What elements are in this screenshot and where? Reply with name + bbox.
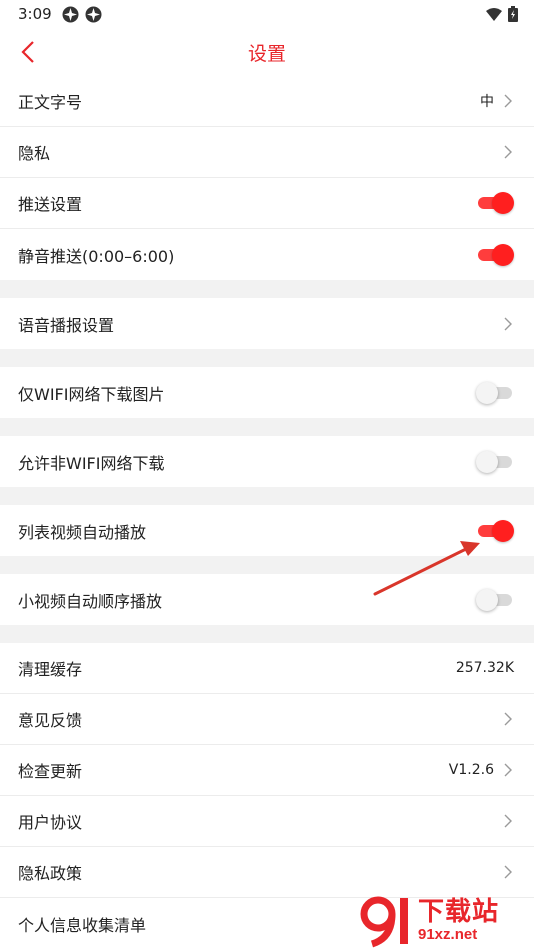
- settings-row-label: 意见反馈: [18, 711, 83, 730]
- settings-row[interactable]: 静音推送(0:00–6:00): [0, 229, 534, 280]
- settings-row-label: 检查更新: [18, 762, 83, 781]
- chevron-right-icon: [502, 94, 514, 108]
- toggle-knob: [476, 381, 498, 404]
- toggle-knob: [492, 519, 514, 542]
- settings-row[interactable]: 意见反馈: [0, 694, 534, 745]
- section-divider: [0, 418, 534, 436]
- chevron-right-icon: [502, 317, 514, 331]
- settings-row-right: V1.2.6: [449, 762, 514, 778]
- settings-row[interactable]: 推送设置: [0, 178, 534, 229]
- settings-row-value: 中: [480, 94, 494, 110]
- toggle-switch[interactable]: [476, 450, 514, 473]
- chevron-right-icon: [502, 763, 514, 777]
- section-divider: [0, 556, 534, 574]
- settings-row-right: 中: [480, 91, 514, 111]
- section-divider: [0, 349, 534, 367]
- toggle-switch[interactable]: [476, 519, 514, 542]
- settings-row-right: [502, 712, 514, 726]
- wifi-icon: [486, 7, 502, 21]
- settings-row-label: 用户协议: [18, 813, 83, 832]
- settings-row-label: 列表视频自动播放: [18, 522, 147, 542]
- toggle-switch[interactable]: [476, 243, 514, 266]
- settings-row-value: 257.32K: [455, 660, 514, 676]
- settings-row-right: [476, 519, 514, 542]
- settings-row-label: 隐私政策: [18, 864, 83, 883]
- chevron-right-icon: [502, 145, 514, 159]
- settings-row-right: [476, 192, 514, 214]
- settings-row-label: 语音播报设置: [18, 315, 115, 335]
- app-notification-icon: [85, 6, 102, 22]
- chevron-right-icon: [502, 865, 514, 879]
- section-divider: [0, 487, 534, 505]
- status-time: 3:09: [18, 5, 52, 23]
- settings-row-right: [502, 814, 514, 828]
- settings-row-label: 小视频自动顺序播放: [18, 591, 163, 611]
- settings-row-right: [476, 588, 514, 611]
- settings-row-right: [476, 450, 514, 473]
- toggle-knob: [492, 243, 514, 266]
- settings-row-label: 允许非WIFI网络下载: [18, 453, 165, 473]
- battery-icon: [508, 6, 518, 22]
- settings-row-right: 257.32K: [456, 660, 514, 676]
- settings-row-right: [476, 243, 514, 266]
- settings-row-label: 推送设置: [18, 195, 83, 214]
- watermark: 下载站 91xz.net: [358, 894, 528, 948]
- toggle-knob: [492, 192, 514, 214]
- settings-row[interactable]: 清理缓存 257.32K: [0, 643, 534, 694]
- section-divider: [0, 625, 534, 643]
- status-bar: 3:09: [0, 0, 534, 28]
- watermark-logo-icon: [360, 896, 408, 948]
- settings-row[interactable]: 用户协议: [0, 796, 534, 847]
- settings-row-right: [476, 381, 514, 404]
- settings-row[interactable]: 列表视频自动播放: [0, 505, 534, 556]
- chevron-right-icon: [502, 712, 514, 726]
- settings-list: 正文字号 中隐私推送设置静音推送(0:00–6:00) 语音播报设置仅WIFI网络下…: [0, 76, 534, 949]
- toggle-switch[interactable]: [476, 381, 514, 404]
- settings-row[interactable]: 正文字号 中: [0, 76, 534, 127]
- watermark-url: 91xz.net: [418, 926, 478, 943]
- settings-row-label: 静音推送(0:00–6:00): [18, 246, 175, 266]
- chevron-left-icon: [21, 41, 34, 63]
- settings-row[interactable]: 小视频自动顺序播放: [0, 574, 534, 625]
- settings-row[interactable]: 隐私政策: [0, 847, 534, 898]
- settings-row-label: 正文字号: [18, 93, 83, 112]
- settings-row[interactable]: 隐私: [0, 127, 534, 178]
- settings-row-label: 清理缓存: [18, 660, 83, 679]
- toggle-knob: [476, 588, 498, 611]
- settings-row[interactable]: 语音播报设置: [0, 298, 534, 349]
- settings-row-right: [502, 145, 514, 159]
- settings-row-right: [502, 317, 514, 331]
- settings-row-label: 隐私: [18, 144, 51, 163]
- toggle-switch[interactable]: [476, 192, 514, 214]
- watermark-title: 下载站: [418, 897, 500, 927]
- settings-row-label: 个人信息收集清单: [18, 915, 147, 935]
- settings-row-value: V1.2.6: [448, 762, 494, 778]
- settings-row-right: [502, 865, 514, 879]
- back-button[interactable]: [14, 38, 42, 66]
- toggle-switch[interactable]: [476, 588, 514, 611]
- top-bar: 设置: [0, 28, 534, 76]
- page-title: 设置: [247, 42, 286, 65]
- settings-row[interactable]: 检查更新 V1.2.6: [0, 745, 534, 796]
- settings-row[interactable]: 允许非WIFI网络下载: [0, 436, 534, 487]
- section-divider: [0, 280, 534, 298]
- toggle-knob: [476, 450, 498, 473]
- settings-row-label: 仅WIFI网络下载图片: [18, 384, 165, 404]
- notification-icons: [62, 6, 102, 23]
- settings-row[interactable]: 仅WIFI网络下载图片: [0, 367, 534, 418]
- chevron-right-icon: [502, 814, 514, 828]
- app-notification-icon: [62, 6, 79, 22]
- system-icons: [486, 6, 518, 22]
